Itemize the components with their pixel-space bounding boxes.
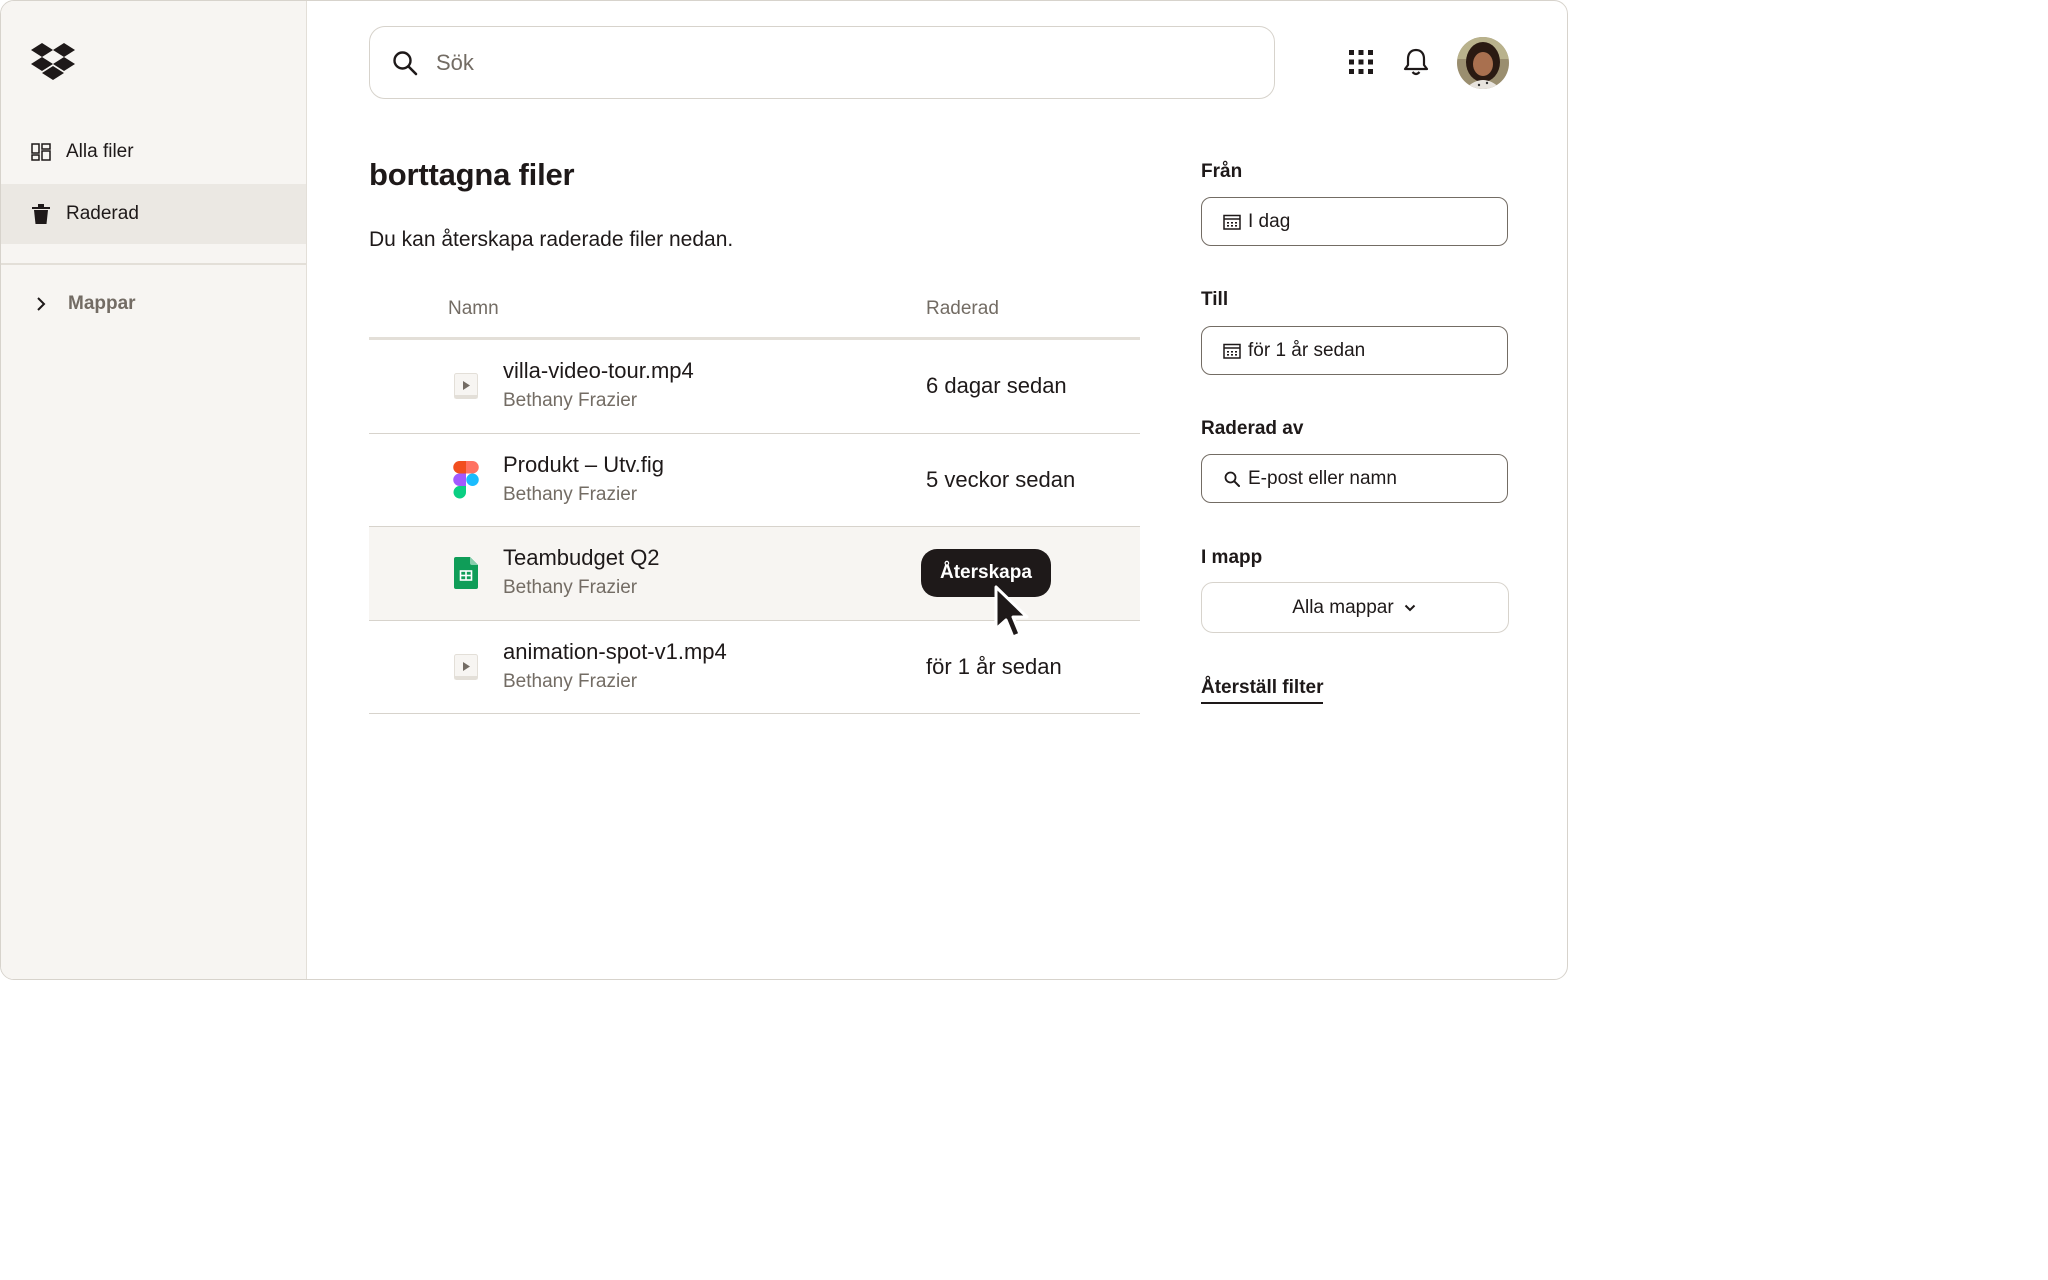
sidebar-item-all-files[interactable]: Alla filer [1, 122, 306, 182]
column-header-name[interactable]: Namn [448, 298, 499, 320]
sidebar-folders-toggle[interactable]: Mappar [31, 293, 136, 315]
folder-select[interactable]: Alla mappar [1201, 582, 1509, 633]
deleted-files-table: Namn Raderad villa-video-tour.mp4 Bethan… [369, 286, 1140, 714]
calendar-icon [1222, 212, 1242, 232]
video-file-icon [453, 369, 479, 403]
app-window: Alla filer Raderad Mappar Sök borttagna … [0, 0, 1568, 980]
app-grid-icon[interactable] [1345, 46, 1377, 78]
sidebar-divider [1, 263, 306, 265]
filter-folder-label: I mapp [1201, 547, 1263, 568]
deleted-by-input[interactable] [1248, 467, 1488, 490]
figma-file-icon [453, 460, 479, 498]
calendar-icon [1222, 341, 1242, 361]
search-icon [392, 50, 418, 76]
file-name: villa-video-tour.mp4 [503, 358, 694, 383]
sidebar-item-label: Raderad [66, 203, 139, 224]
dropbox-logo-icon[interactable] [31, 43, 75, 81]
file-owner: Bethany Frazier [503, 390, 638, 411]
video-file-icon [453, 650, 479, 684]
deleted-time: 6 dagar sedan [926, 373, 1067, 398]
table-row[interactable]: villa-video-tour.mp4 Bethany Frazier 6 d… [369, 340, 1140, 434]
sidebar-item-deleted[interactable]: Raderad [1, 184, 306, 244]
page-subtitle: Du kan återskapa raderade filer nedan. [369, 228, 734, 251]
file-owner: Bethany Frazier [503, 670, 638, 692]
filter-from-date[interactable]: I dag [1201, 197, 1508, 246]
file-owner: Bethany Frazier [503, 577, 638, 598]
search-icon [1222, 469, 1242, 489]
file-name: animation-spot-v1.mp4 [503, 638, 727, 664]
filter-deleted-by-label: Raderad av [1201, 418, 1304, 439]
file-name: Teambudget Q2 [503, 545, 660, 570]
filter-from-value: I dag [1248, 210, 1291, 232]
folder-select-value: Alla mappar [1292, 596, 1394, 618]
deleted-time: 5 veckor sedan [926, 466, 1076, 492]
filter-deleted-by-field[interactable] [1201, 454, 1508, 503]
table-header: Namn Raderad [369, 286, 1140, 340]
filter-from-label: Från [1201, 161, 1243, 182]
sidebar-item-label: Alla filer [66, 141, 134, 162]
user-avatar[interactable] [1457, 37, 1509, 89]
sidebar: Alla filer Raderad Mappar [1, 1, 307, 979]
mouse-pointer-icon [993, 585, 1033, 643]
column-header-deleted[interactable]: Raderad [926, 298, 999, 320]
search-bar[interactable] [369, 26, 1275, 99]
filter-to-date[interactable]: för 1 år sedan [1201, 326, 1508, 375]
search-input[interactable] [436, 49, 1216, 76]
filter-to-label: Till [1201, 289, 1229, 310]
file-owner: Bethany Frazier [503, 483, 638, 505]
all-files-icon [31, 142, 51, 162]
table-row[interactable]: Produkt – Utv.fig Bethany Frazier 5 veck… [369, 434, 1140, 527]
trash-icon [31, 204, 51, 224]
folders-label: Mappar [68, 293, 136, 314]
deleted-time: för 1 år sedan [926, 653, 1062, 679]
sheets-file-icon [453, 556, 479, 590]
chevron-right-icon [31, 294, 51, 314]
chevron-down-icon [1402, 600, 1418, 616]
file-name: Produkt – Utv.fig [503, 451, 664, 477]
filter-to-value: för 1 år sedan [1248, 339, 1366, 361]
page-title: borttagna filer [369, 157, 575, 192]
bell-icon[interactable] [1401, 45, 1431, 79]
reset-filters-link[interactable]: Återställ filter [1201, 677, 1324, 704]
